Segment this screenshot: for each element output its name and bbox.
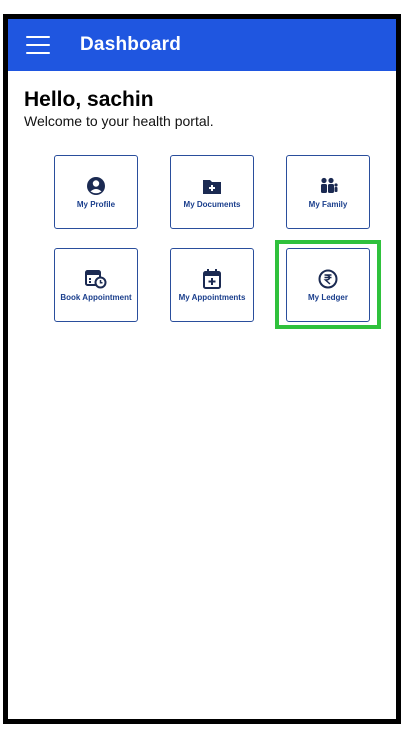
rupee-circle-icon — [317, 269, 339, 289]
tile-my-appointments[interactable]: My Appointments — [170, 248, 254, 322]
tile-label: My Appointments — [178, 292, 246, 302]
calendar-plus-icon — [201, 268, 223, 289]
greeting-title: Hello, sachin — [24, 88, 154, 111]
tile-my-family[interactable]: My Family — [286, 155, 370, 229]
tile-label: My Family — [308, 199, 348, 209]
phone-frame: Dashboard Hello, sachin Welcome to your … — [3, 14, 401, 724]
family-group-icon — [317, 176, 339, 196]
app-bar: Dashboard — [8, 19, 396, 71]
greeting-section: Hello, sachin Welcome to your health por… — [8, 71, 396, 130]
calendar-clock-icon — [85, 269, 107, 289]
tile-my-documents[interactable]: My Documents — [170, 155, 254, 229]
hamburger-menu-icon[interactable] — [26, 36, 50, 54]
tile-label: My Documents — [183, 199, 241, 209]
account-circle-icon — [85, 176, 107, 196]
tile-label: My Ledger — [307, 292, 348, 302]
tile-book-appointment[interactable]: Book Appointment — [54, 248, 138, 322]
tile-my-profile[interactable]: My Profile — [54, 155, 138, 229]
tile-label: Book Appointment — [60, 292, 132, 302]
tile-my-ledger[interactable]: My Ledger — [286, 248, 370, 322]
app-title: Dashboard — [80, 34, 182, 55]
folder-plus-icon — [201, 176, 223, 196]
greeting-subtitle: Welcome to your health portal. — [24, 113, 214, 129]
tile-label: My Profile — [76, 199, 116, 209]
